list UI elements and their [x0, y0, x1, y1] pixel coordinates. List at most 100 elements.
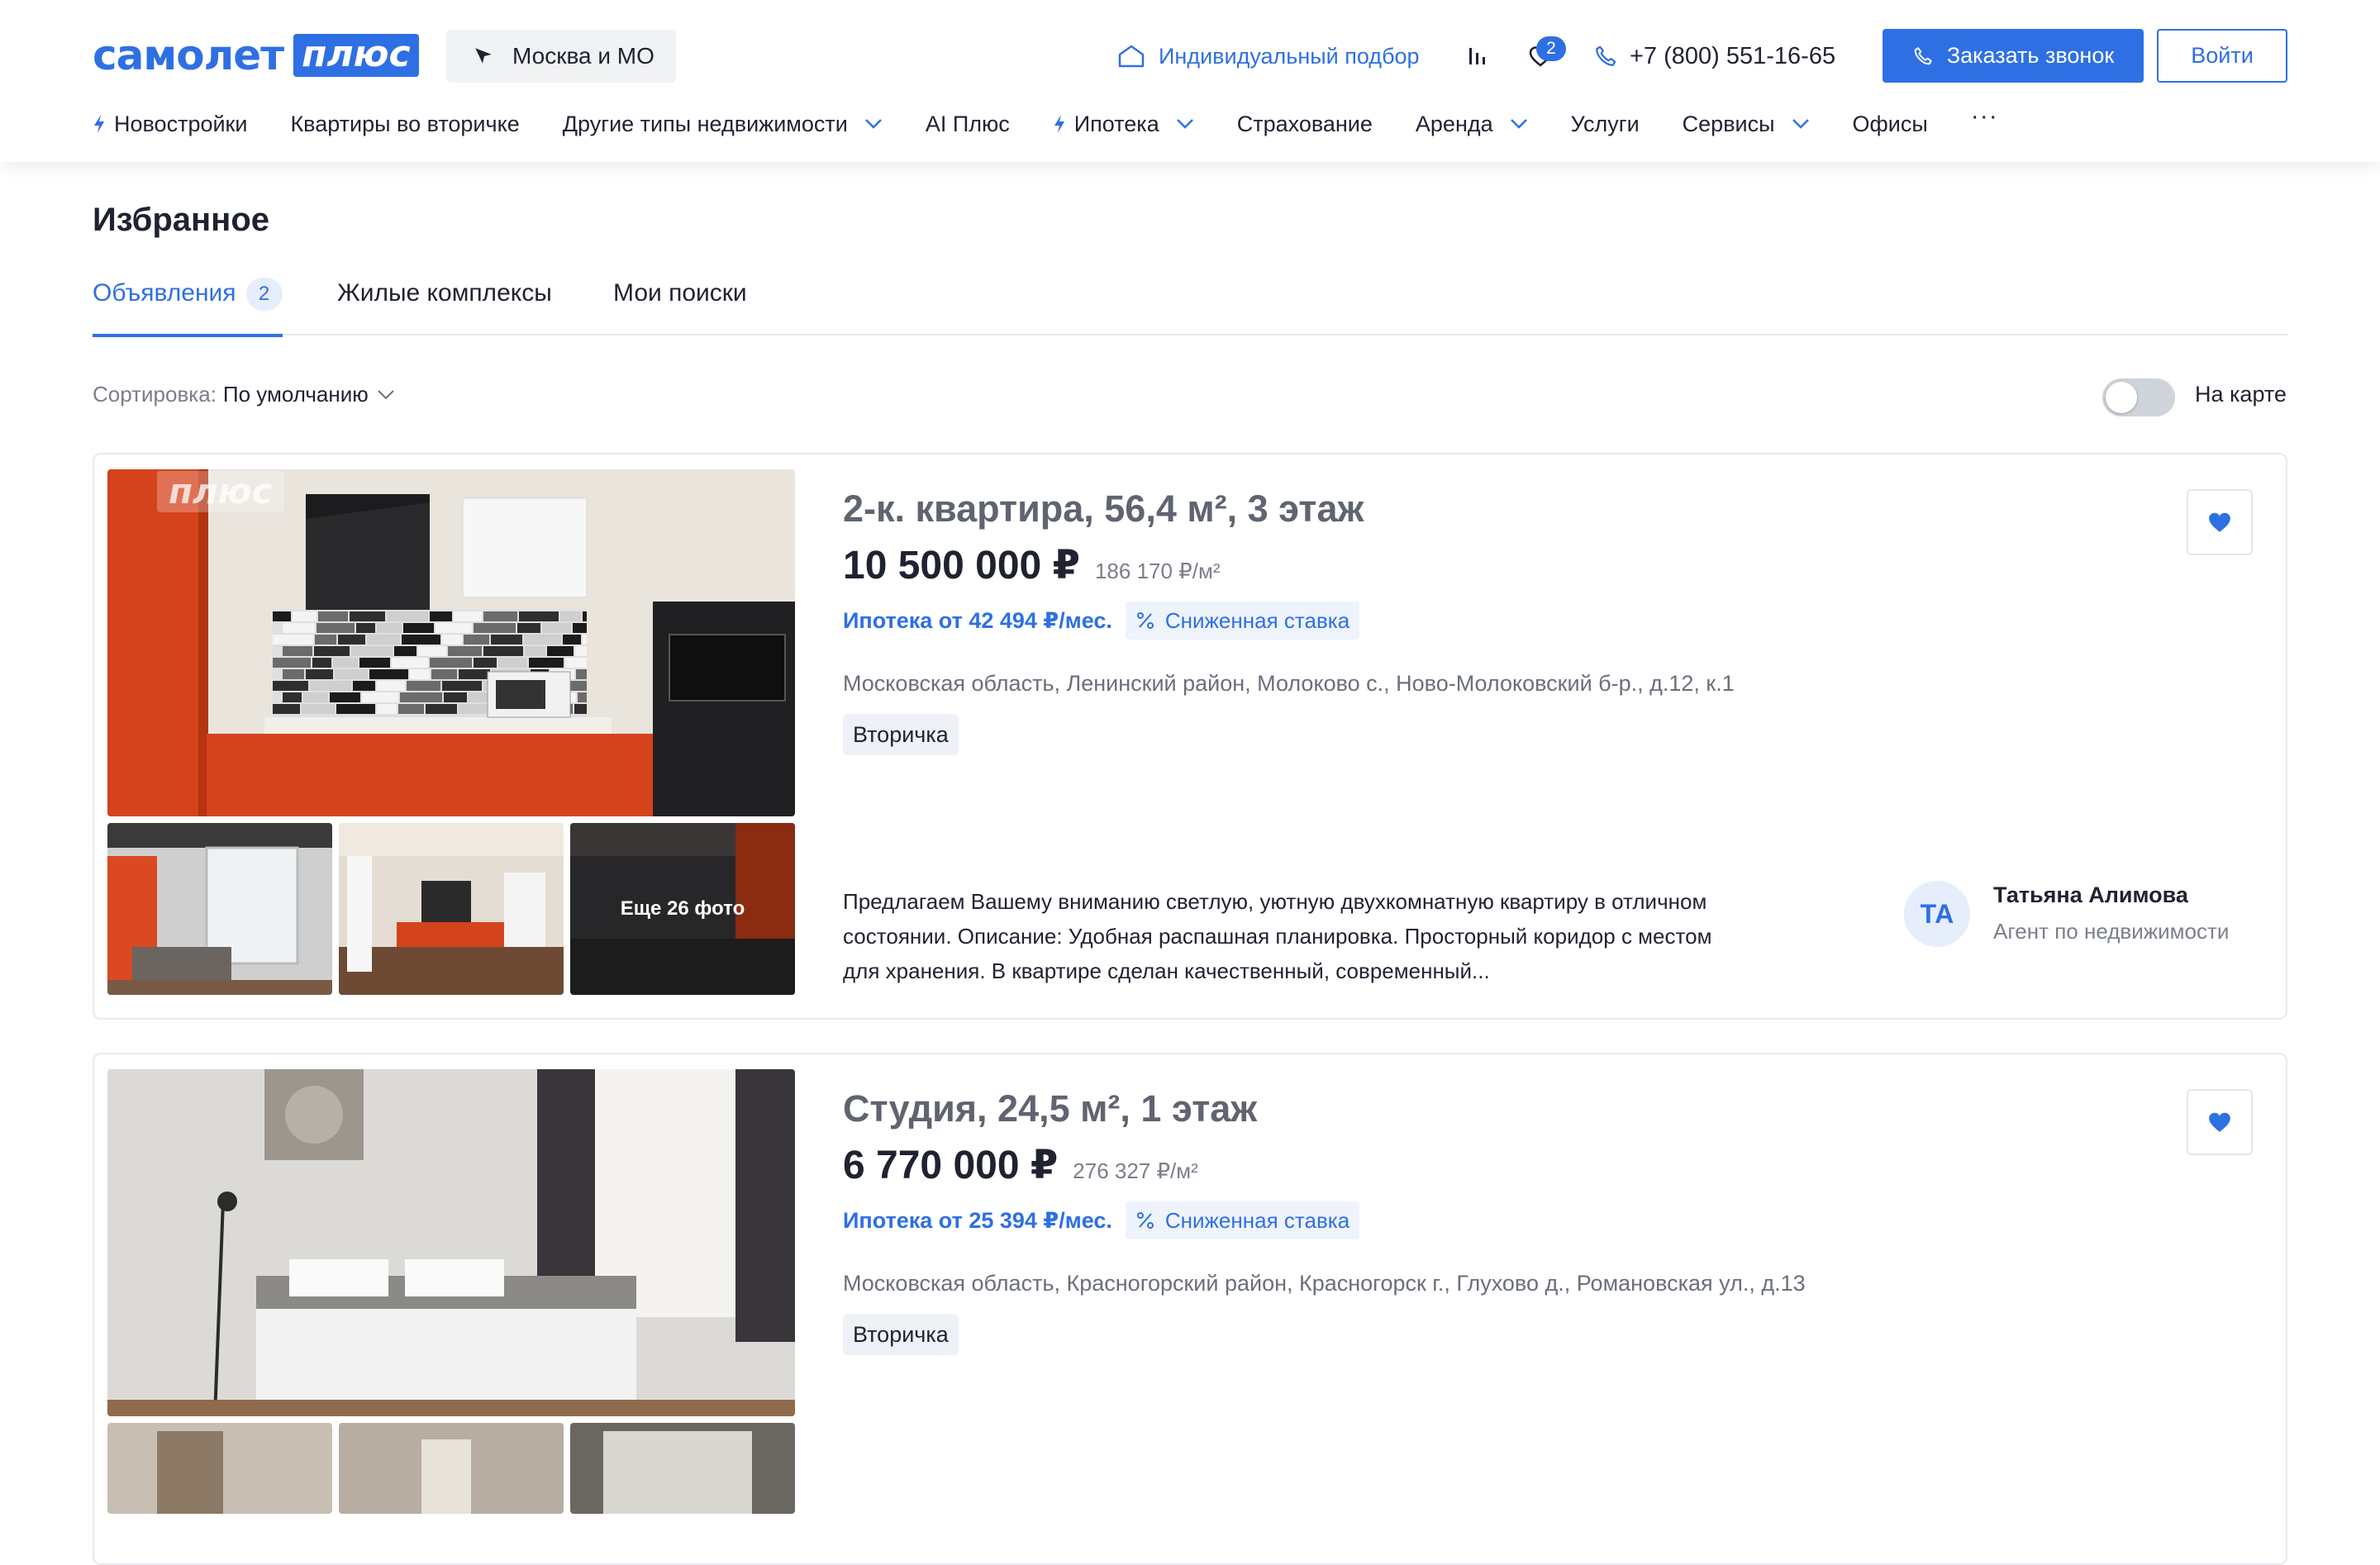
- nav-item-label: AI Плюс: [925, 111, 1010, 136]
- kitchen-photo: [339, 823, 564, 995]
- room-photo: [570, 1423, 795, 1514]
- nav-item-label: Услуги: [1570, 111, 1640, 136]
- chevron-down-icon: [1510, 119, 1527, 129]
- nav-item[interactable]: Ипотека: [1053, 106, 1194, 142]
- agent-role: Агент по недвижимости: [1993, 919, 2230, 944]
- listing-main-photo[interactable]: [107, 1069, 795, 1416]
- individual-selection-link[interactable]: Индивидуальный подбор: [1117, 36, 1420, 76]
- mortgage-link[interactable]: Ипотека от 25 394 ₽/мес.: [843, 1208, 1112, 1234]
- listing-title[interactable]: Студия, 24,5 м², 1 этаж: [843, 1087, 1257, 1130]
- phone-link[interactable]: +7 (800) 551-16-65: [1593, 36, 1835, 76]
- mortgage-row: Ипотека от 42 494 ₽/мес. Сниженная ставк…: [843, 602, 1360, 640]
- nav-item-label: Другие типы недвижимости: [562, 111, 848, 136]
- order-call-label: Заказать звонок: [1946, 43, 2115, 68]
- listing-price: 6 770 000 ₽ 276 327 ₽/м²: [843, 1142, 1198, 1188]
- percent-icon: [1136, 1212, 1154, 1229]
- living-room-photo: [107, 823, 332, 995]
- percent-icon: [1136, 612, 1154, 629]
- order-call-button[interactable]: Заказать звонок: [1883, 29, 2144, 83]
- nav-item-label: Ипотека: [1073, 111, 1159, 136]
- listing-address: Московская область, Красногорский район,…: [843, 1271, 1806, 1296]
- nav-item-label: Квартиры во вторичке: [290, 111, 520, 136]
- chevron-down-icon: [378, 389, 394, 399]
- compare-button[interactable]: [1459, 38, 1496, 74]
- listing-main-photo[interactable]: плюс: [107, 469, 795, 816]
- listing-card[interactable]: плюс Еще 26 фото 2-к. квартира, 56,4 м²,…: [93, 453, 2287, 1020]
- price-value: 6 770 000 ₽: [843, 1144, 1059, 1187]
- listing-title[interactable]: 2-к. квартира, 56,4 м², 3 этаж: [843, 488, 1364, 530]
- phone-number: +7 (800) 551-16-65: [1630, 42, 1836, 69]
- nav-item[interactable]: Аренда: [1416, 106, 1528, 142]
- listing-thumb[interactable]: [339, 823, 564, 995]
- main-nav: Новостройки Квартиры во вторичке Другие ти…: [93, 104, 2041, 142]
- tab-label: Объявления: [93, 279, 236, 307]
- more-photos-overlay: Еще 26 фото: [570, 823, 795, 995]
- login-button[interactable]: Войти: [2157, 29, 2287, 83]
- location-arrow-icon: [475, 48, 492, 64]
- sort-value: По умолчанию: [222, 382, 369, 407]
- listing-thumb[interactable]: [107, 823, 332, 995]
- house-icon: [1118, 45, 1145, 68]
- compare-bars-icon: [1469, 48, 1485, 64]
- price-value: 10 500 000 ₽: [843, 544, 1080, 587]
- heart-filled-icon: [2209, 1112, 2230, 1132]
- listing-address: Московская область, Ленинский район, Мол…: [843, 671, 1735, 696]
- logo-badge: плюс: [293, 34, 419, 77]
- map-toggle-label: На карте: [2195, 382, 2287, 407]
- site-header: самолет плюс Москва и МО Индивидуальный …: [0, 0, 2380, 162]
- favorite-toggle-button[interactable]: [2187, 489, 2253, 555]
- reduced-rate-label: Сниженная ставка: [1164, 607, 1350, 633]
- region-selector-button[interactable]: Москва и МО: [446, 30, 676, 83]
- agent-avatar[interactable]: ТА: [1904, 881, 1970, 947]
- tab-label: Жилые комплексы: [337, 279, 552, 307]
- chevron-down-icon: [1176, 119, 1193, 129]
- listing-type-tag: Вторичка: [843, 1314, 959, 1355]
- listing-thumb[interactable]: [570, 1423, 795, 1514]
- nav-item[interactable]: Другие типы недвижимости: [563, 106, 883, 142]
- listing-type-tag: Вторичка: [843, 714, 959, 755]
- nav-item-label: Аренда: [1415, 111, 1493, 136]
- individual-selection-label: Индивидуальный подбор: [1159, 43, 1420, 69]
- logo[interactable]: самолет плюс: [93, 33, 419, 78]
- reduced-rate-label: Сниженная ставка: [1164, 1207, 1350, 1233]
- tab-residential-complexes[interactable]: Жилые комплексы: [337, 279, 552, 329]
- tab-my-searches[interactable]: Мои поиски: [613, 279, 747, 329]
- chevron-down-icon: [864, 119, 882, 129]
- reduced-rate-badge: Сниженная ставка: [1125, 602, 1360, 640]
- phone-icon: [1914, 46, 1932, 64]
- nav-item-label: Новостройки: [114, 111, 248, 136]
- favorite-toggle-button[interactable]: [2187, 1089, 2253, 1155]
- logo-wordmark: самолет: [93, 31, 284, 79]
- sort-label: Сортировка:: [93, 382, 217, 407]
- nav-item[interactable]: Офисы: [1853, 106, 1928, 142]
- bedroom-photo: [107, 1069, 795, 1416]
- bolt-icon: [1054, 115, 1064, 133]
- nav-item[interactable]: Сервисы: [1683, 106, 1810, 142]
- price-per-sqm: 186 170 ₽/м²: [1094, 559, 1221, 583]
- photo-watermark: плюс: [157, 471, 284, 512]
- tab-label: Мои поиски: [613, 279, 747, 307]
- listing-thumb[interactable]: [107, 1423, 332, 1514]
- room-photo: [107, 1423, 332, 1514]
- nav-item[interactable]: AI Плюс: [926, 106, 1010, 142]
- nav-item-label: Сервисы: [1682, 111, 1775, 136]
- listing-thumb[interactable]: [339, 1423, 564, 1514]
- sort-dropdown[interactable]: Сортировка: По умолчанию: [93, 382, 395, 407]
- listing-card[interactable]: Студия, 24,5 м², 1 этаж 6 770 000 ₽ 276 …: [93, 1053, 2287, 1565]
- nav-item[interactable]: Страхование: [1237, 106, 1373, 142]
- chevron-down-icon: [1792, 119, 1809, 129]
- bolt-icon: [94, 115, 104, 133]
- region-label: Москва и МО: [512, 43, 654, 69]
- mortgage-link[interactable]: Ипотека от 42 494 ₽/мес.: [843, 608, 1112, 634]
- nav-item[interactable]: Квартиры во вторичке: [290, 106, 519, 142]
- toggle-knob: [2106, 382, 2137, 413]
- tab-listings[interactable]: Объявления 2: [93, 278, 283, 337]
- listing-price: 10 500 000 ₽ 186 170 ₽/м²: [843, 542, 1220, 588]
- favorites-tabs: Объявления 2 Жилые комплексы Мои поиски: [93, 273, 2287, 337]
- listing-thumb-more[interactable]: Еще 26 фото: [570, 823, 795, 995]
- nav-item[interactable]: Услуги: [1571, 106, 1640, 142]
- agent-name[interactable]: Татьяна Алимова: [1993, 882, 2188, 908]
- map-toggle[interactable]: [2102, 378, 2175, 416]
- nav-more-button[interactable]: ···: [1971, 98, 1998, 135]
- nav-item[interactable]: Новостройки: [93, 106, 247, 142]
